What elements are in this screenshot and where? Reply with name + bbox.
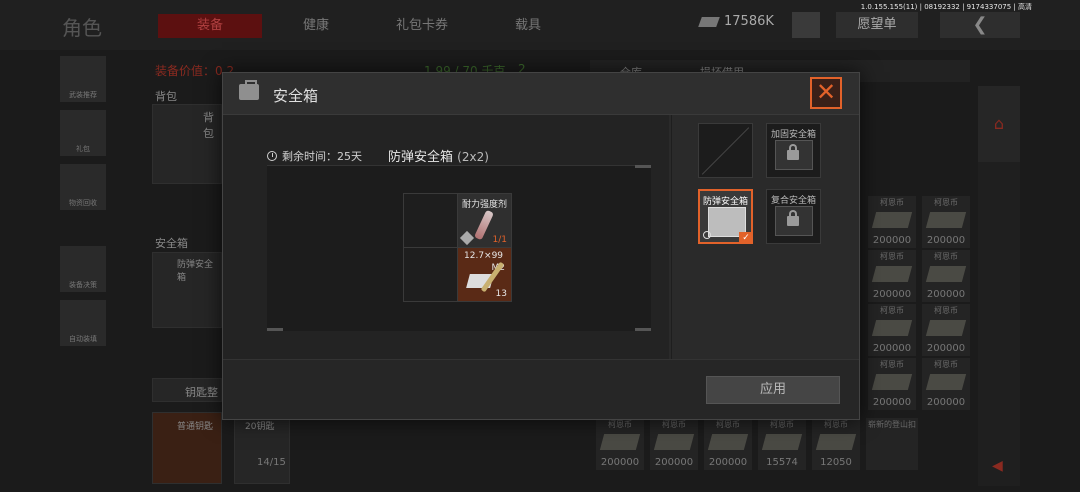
cash-icon [761, 434, 803, 450]
key-card-1[interactable]: 普通钥匙 [152, 412, 222, 484]
briefcase-icon [239, 80, 259, 100]
list-item[interactable]: 柯恩币 200000 [868, 304, 916, 356]
tab-gift-coupons[interactable]: 礼包卡券 [370, 14, 474, 38]
list-item[interactable]: 柯恩币 12050 [812, 418, 860, 470]
key-card-2[interactable]: 20钥匙 14/15 [234, 412, 290, 484]
safebox-dialog: 安全箱 ✕ 剩余时间：25天 防弹安全箱 (2x2) 耐力强度剂 1/1 12.… [222, 72, 860, 420]
grid-corner [267, 328, 283, 331]
backpack-label: 背包 [155, 90, 177, 103]
lock-icon [787, 144, 799, 160]
list-item[interactable]: 柯恩币 200000 [868, 250, 916, 302]
remaining-time-value: 25天 [337, 150, 362, 163]
sidebar-item-gift[interactable]: 礼包 [60, 110, 106, 156]
list-item[interactable]: 柯恩币 200000 [868, 358, 916, 410]
remaining-time: 剩余时间：25天 [267, 148, 362, 164]
sidebar-item-recycle[interactable]: 物资回收 [60, 164, 106, 210]
remaining-time-label: 剩余时间： [282, 150, 337, 163]
clock-icon [703, 231, 711, 239]
list-item[interactable]: 柯恩币 200000 [922, 358, 970, 410]
list-item[interactable]: 柯恩币 200000 [650, 418, 698, 470]
ammo-item[interactable]: 12.7×99 M2 13 [457, 247, 512, 302]
page-title: 角色 [62, 16, 102, 40]
cash-icon [698, 16, 720, 27]
list-item[interactable]: 柯恩币 200000 [596, 418, 644, 470]
grid-slot[interactable] [403, 247, 458, 302]
stamina-booster-item[interactable]: 耐力强度剂 1/1 [457, 193, 512, 248]
safebox-name: 防弹安全箱 (2x2) [388, 150, 489, 165]
clock-icon [267, 151, 277, 161]
cash-icon [871, 374, 913, 390]
version-text: 1.0.155.155(11) | 08192332 | 9174337075 … [860, 3, 1032, 11]
grid-corner [635, 165, 651, 168]
lock-icon [787, 210, 799, 226]
sidebar-item-autofill[interactable]: 自动装填 [60, 300, 106, 346]
key-package-button[interactable]: 钥匙整 [152, 378, 222, 402]
list-item[interactable]: 柯恩币 200000 [922, 196, 970, 248]
composite-safebox-option[interactable]: 复合安全箱 [766, 189, 821, 244]
cash-icon [925, 320, 967, 336]
list-item[interactable]: 柯恩币 200000 [868, 196, 916, 248]
safebox-selector: 加固安全箱 防弹安全箱 ✓ 复合安全箱 [671, 115, 859, 359]
cash-icon [871, 266, 913, 282]
dialog-title: 安全箱 [273, 87, 319, 105]
cash-icon [815, 434, 857, 450]
apply-button[interactable]: 应用 [706, 376, 840, 404]
grid-slot[interactable] [403, 193, 458, 248]
tool-icon [459, 230, 475, 246]
cash-icon [925, 374, 967, 390]
list-item[interactable]: 柯恩币 15574 [758, 418, 806, 470]
close-button[interactable]: ✕ [810, 77, 842, 109]
tab-vehicles[interactable]: 载具 [476, 14, 580, 38]
wishlist-button[interactable]: 愿望单 [836, 12, 918, 38]
cash-icon [871, 212, 913, 228]
cash-icon [925, 266, 967, 282]
reinforced-safebox-option[interactable]: 加固安全箱 [766, 123, 821, 178]
grid-corner [635, 328, 651, 331]
cash-icon [871, 320, 913, 336]
dialog-footer: 应用 [223, 359, 859, 419]
bulletproof-safebox-option[interactable]: 防弹安全箱 ✓ [698, 189, 753, 244]
back-button[interactable]: ❮ [940, 12, 1020, 38]
list-item[interactable]: 柯恩币 200000 [922, 250, 970, 302]
safebox-slot[interactable]: 防弹安全箱 [152, 252, 222, 328]
tab-equipment[interactable]: 装备 [158, 14, 262, 38]
sidebar-item-decision[interactable]: 装备决策 [60, 246, 106, 292]
cash-icon [925, 212, 967, 228]
currency-display: 17586K [698, 14, 774, 29]
safebox-label: 安全箱 [155, 237, 188, 250]
list-item[interactable]: 柯恩币 200000 [922, 304, 970, 356]
safebox-grid: 耐力强度剂 1/1 12.7×99 M2 13 [267, 165, 651, 331]
cash-icon [707, 434, 749, 450]
character-button[interactable] [792, 12, 820, 38]
right-nav: ⌂ ◀ [978, 86, 1020, 486]
safebox-size: (2x2) [457, 150, 489, 164]
collapse-arrow-icon[interactable]: ◀ [992, 458, 1003, 474]
tab-health[interactable]: 健康 [264, 14, 368, 38]
empty-case-slot[interactable] [698, 123, 753, 178]
currency-amount: 17586K [724, 14, 774, 29]
checkmark-icon: ✓ [739, 232, 753, 244]
safebox-contents: 剩余时间：25天 防弹安全箱 (2x2) 耐力强度剂 1/1 12.7×99 M… [223, 115, 669, 359]
list-item[interactable]: 崭新的登山扣 [866, 418, 918, 470]
home-icon[interactable]: ⌂ [978, 86, 1020, 162]
syringe-icon [474, 209, 494, 241]
list-item[interactable]: 柯恩币 200000 [704, 418, 752, 470]
sidebar-item-recommend[interactable]: 武装推荐 [60, 56, 106, 102]
cash-icon [599, 434, 641, 450]
dialog-header: 安全箱 ✕ [223, 73, 859, 115]
close-icon: ✕ [815, 78, 837, 106]
backpack-slot[interactable]: 背包 [152, 104, 222, 184]
cash-icon [653, 434, 695, 450]
